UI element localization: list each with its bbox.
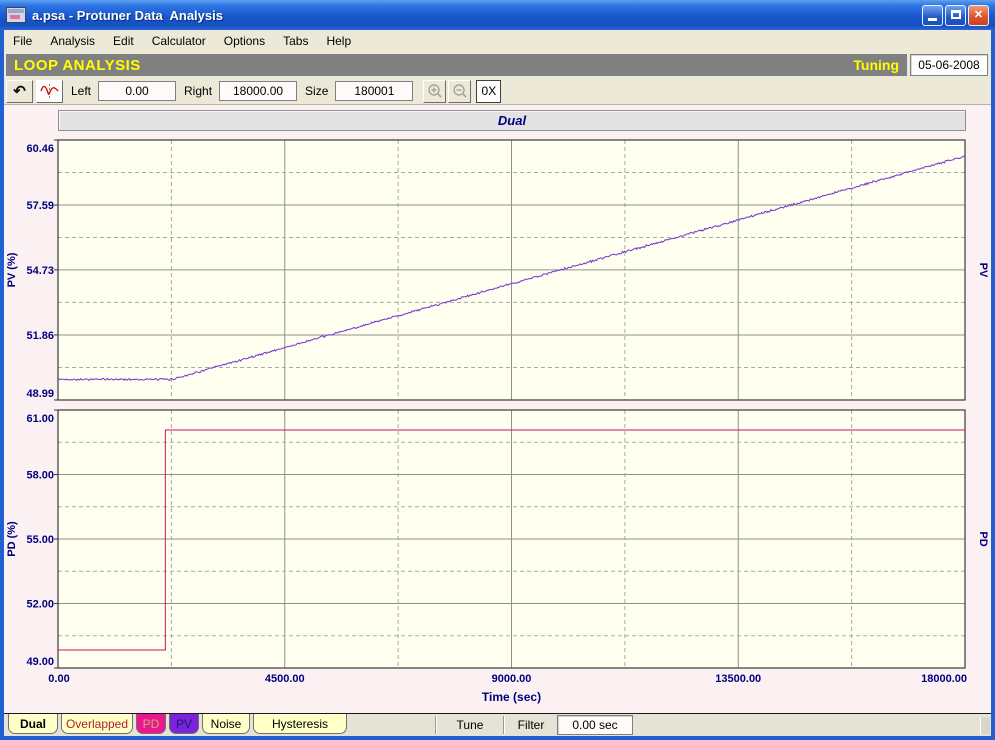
- zoom-out-button[interactable]: [448, 79, 472, 103]
- size-field[interactable]: 180001: [335, 81, 414, 101]
- chart-title-bar: Dual: [58, 110, 966, 131]
- app-icon: [6, 7, 26, 23]
- menu-options[interactable]: Options: [215, 31, 274, 51]
- right-axis-label: PV: [977, 263, 989, 278]
- title-bar: a.psa - Protuner Data Analysis ✕: [0, 0, 995, 30]
- view-tabs: Dual Overlapped PD PV Noise Hysteresis: [8, 714, 347, 734]
- right-label: Right: [184, 84, 213, 98]
- y-tick-label: 60.46: [26, 143, 54, 155]
- separator: [503, 716, 504, 734]
- undo-icon: ↶: [13, 83, 26, 100]
- filter-time-field[interactable]: 0.00 sec: [557, 715, 633, 735]
- y-tick-label: 48.99: [26, 388, 54, 400]
- charts-svg: 60.46 57.59 54.73 51.86 48.99 PV (%) PV 61.00 58…: [6, 139, 989, 704]
- zoom-out-icon: [453, 84, 467, 98]
- x-tick-label: 0.00: [48, 673, 69, 685]
- zoom-in-icon: [428, 84, 442, 98]
- menu-bar: File Analysis Edit Calculator Options Ta…: [4, 30, 991, 52]
- tab-pv[interactable]: PV: [169, 714, 199, 734]
- right-axis-label: PD: [977, 531, 989, 546]
- y-tick-label: 49.00: [26, 656, 54, 668]
- x-axis-title: Time (sec): [482, 690, 541, 704]
- close-button[interactable]: ✕: [968, 4, 989, 26]
- mode-label: Tuning: [853, 57, 899, 73]
- reset-zoom-button[interactable]: 0X: [476, 79, 502, 103]
- y-tick-label: 54.73: [26, 265, 54, 277]
- y-tick-label: 61.00: [26, 413, 54, 425]
- date-field[interactable]: 05-06-2008: [910, 54, 988, 76]
- tab-pd[interactable]: PD: [136, 714, 166, 734]
- window-body: File Analysis Edit Calculator Options Ta…: [4, 30, 991, 736]
- menu-file[interactable]: File: [4, 31, 41, 51]
- separator: [435, 716, 436, 734]
- menu-calculator[interactable]: Calculator: [143, 31, 215, 51]
- right-field[interactable]: 18000.00: [219, 81, 298, 101]
- x-tick-label: 18000.00: [921, 673, 967, 685]
- menu-tabs[interactable]: Tabs: [274, 31, 317, 51]
- y-tick-label: 57.59: [26, 200, 54, 212]
- window-title: a.psa - Protuner Data Analysis: [32, 7, 223, 23]
- tab-hysteresis[interactable]: Hysteresis: [253, 714, 347, 734]
- maximize-icon: [950, 9, 961, 19]
- menu-help[interactable]: Help: [317, 31, 360, 51]
- tab-noise[interactable]: Noise: [202, 714, 250, 734]
- y-tick-label: 52.00: [26, 599, 54, 611]
- menu-edit[interactable]: Edit: [104, 31, 143, 51]
- maximize-button[interactable]: [945, 4, 966, 26]
- filter-button[interactable]: Filter: [507, 714, 555, 736]
- zoom-in-button[interactable]: [423, 79, 447, 103]
- x-tick-label: 4500.00: [265, 673, 305, 685]
- left-field[interactable]: 0.00: [98, 81, 177, 101]
- y-axis-title: PV (%): [6, 252, 18, 287]
- y-tick-label: 58.00: [26, 470, 54, 482]
- y-tick-label: 55.00: [26, 534, 54, 546]
- analysis-header: LOOP ANALYSIS Tuning 05-06-2008: [4, 52, 991, 78]
- tab-dual[interactable]: Dual: [8, 714, 58, 734]
- toolbar: ↶ Left 0.00 Right 18000.00 Size 180001 0…: [4, 78, 991, 105]
- x-tick-label: 9000.00: [492, 673, 532, 685]
- signal-cursor-button[interactable]: [36, 79, 63, 103]
- minimize-button[interactable]: [922, 4, 943, 26]
- menu-analysis[interactable]: Analysis: [41, 31, 104, 51]
- x-tick-label: 13500.00: [715, 673, 761, 685]
- close-icon: ✕: [973, 8, 984, 21]
- y-tick-label: 51.86: [26, 330, 54, 342]
- bottom-tab-bar: Dual Overlapped PD PV Noise Hysteresis T…: [4, 713, 991, 736]
- y-axis-title: PD (%): [6, 521, 18, 557]
- page-title: LOOP ANALYSIS: [14, 56, 141, 74]
- minimize-icon: [928, 17, 937, 21]
- tab-overlapped[interactable]: Overlapped: [61, 714, 133, 734]
- left-label: Left: [71, 84, 92, 98]
- tune-button[interactable]: Tune: [440, 714, 500, 736]
- app-window: a.psa - Protuner Data Analysis ✕ File An…: [0, 0, 995, 740]
- resize-grip[interactable]: [980, 717, 990, 734]
- header-gray-panel: LOOP ANALYSIS Tuning: [6, 54, 907, 76]
- undo-button[interactable]: ↶: [6, 79, 33, 103]
- signal-wave-icon: [40, 84, 59, 98]
- chart-area: Dual 60.46 57.59 54.73 51.86 48.99 PV (%) PV 61…: [4, 105, 991, 713]
- size-label: Size: [305, 84, 329, 98]
